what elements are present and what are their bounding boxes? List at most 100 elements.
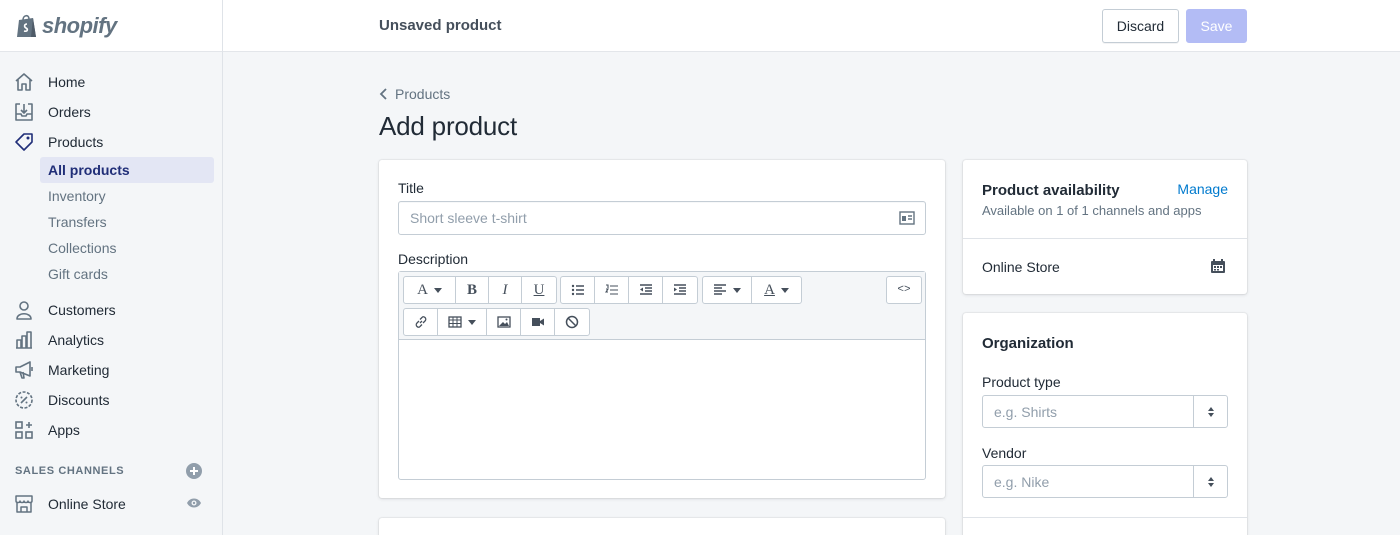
- tag-icon: [14, 132, 34, 152]
- sidebar-item-products[interactable]: Products: [0, 127, 222, 157]
- description-editor: A B I U A <>: [398, 271, 926, 480]
- editor-toolbar: A B I U A <>: [399, 272, 925, 340]
- updown-arrows-icon[interactable]: [1193, 466, 1227, 497]
- megaphone-icon: [14, 360, 34, 380]
- font-style-button[interactable]: A: [404, 277, 456, 303]
- subnav-inventory[interactable]: Inventory: [40, 183, 214, 209]
- image-icon: [496, 316, 511, 328]
- format-group: A B I U: [403, 276, 557, 304]
- sidebar-item-label: Online Store: [48, 496, 126, 512]
- html-source-button[interactable]: <>: [887, 277, 921, 303]
- subnav-collections[interactable]: Collections: [40, 235, 214, 261]
- discount-icon: [14, 390, 34, 410]
- sidebar-item-marketing[interactable]: Marketing: [0, 355, 222, 385]
- underline-button[interactable]: U: [522, 277, 556, 303]
- bold-button[interactable]: B: [456, 277, 489, 303]
- code-icon: <>: [897, 284, 911, 296]
- bold-icon: B: [466, 281, 477, 298]
- sales-channels-header: SALES CHANNELS: [0, 461, 222, 481]
- apps-icon: [14, 420, 34, 440]
- italic-icon: I: [502, 281, 508, 298]
- sidebar-item-online-store[interactable]: Online Store: [0, 489, 222, 519]
- outdent-button[interactable]: [629, 277, 663, 303]
- orders-icon: [14, 102, 34, 122]
- sidebar-item-label: Discounts: [48, 392, 110, 408]
- image-button[interactable]: [487, 309, 521, 335]
- video-icon: [531, 318, 544, 326]
- organization-title: Organization: [982, 335, 1074, 352]
- block-icon: [565, 315, 579, 329]
- top-bar: Unsaved product Discard Save: [223, 0, 1400, 52]
- outdent-icon: [639, 284, 652, 295]
- manage-link[interactable]: Manage: [1177, 181, 1228, 197]
- link-button[interactable]: [404, 309, 438, 335]
- breadcrumb[interactable]: Products: [379, 86, 450, 102]
- sidebar-item-apps[interactable]: Apps: [0, 415, 222, 445]
- save-button[interactable]: Save: [1186, 9, 1247, 43]
- store-icon: [14, 494, 34, 514]
- brand-name: shopify: [42, 12, 117, 38]
- subnav-gift-cards[interactable]: Gift cards: [40, 261, 214, 287]
- sidebar-item-home[interactable]: Home: [0, 67, 222, 97]
- link-icon: [415, 316, 426, 328]
- vendor-input[interactable]: e.g. Nike: [983, 466, 1193, 497]
- media-card: [379, 518, 945, 535]
- bullet-list-button[interactable]: [561, 277, 595, 303]
- home-icon: [14, 72, 34, 92]
- page-title: Add product: [379, 111, 518, 141]
- italic-button[interactable]: I: [489, 277, 522, 303]
- calendar-icon[interactable]: [1210, 258, 1226, 277]
- subnav-all-products[interactable]: All products: [40, 157, 214, 183]
- title-placeholder: Short sleeve t-shirt: [410, 210, 527, 226]
- underline-icon: U: [533, 281, 545, 298]
- title-label: Title: [398, 180, 424, 196]
- table-button[interactable]: [438, 309, 487, 335]
- vendor-combobox[interactable]: e.g. Nike: [982, 465, 1228, 498]
- code-group: <>: [886, 276, 922, 304]
- align-color-group: A: [702, 276, 802, 304]
- product-type-label: Product type: [982, 374, 1061, 390]
- indent-button[interactable]: [663, 277, 697, 303]
- sidebar-item-label: Home: [48, 74, 86, 90]
- table-icon: [448, 316, 462, 328]
- font-icon: A: [417, 281, 428, 298]
- sidebar-item-orders[interactable]: Orders: [0, 97, 222, 127]
- numbered-list-icon: [604, 284, 618, 295]
- updown-arrows-icon[interactable]: [1193, 396, 1227, 427]
- shopify-bag-icon: [15, 13, 39, 39]
- add-channel-icon[interactable]: [186, 463, 202, 479]
- sidebar-item-discounts[interactable]: Discounts: [0, 385, 222, 415]
- align-button[interactable]: [703, 277, 752, 303]
- subnav-transfers[interactable]: Transfers: [40, 209, 214, 235]
- logo[interactable]: shopify: [0, 0, 222, 52]
- product-type-input[interactable]: e.g. Shirts: [983, 396, 1193, 427]
- bullet-list-icon: [571, 284, 584, 296]
- insert-group: [403, 308, 590, 336]
- contact-card-icon: [899, 211, 915, 228]
- vendor-placeholder: e.g. Nike: [994, 473, 1050, 490]
- editor-content-area[interactable]: [399, 340, 925, 479]
- sidebar-item-analytics[interactable]: Analytics: [0, 325, 222, 355]
- description-label: Description: [398, 251, 469, 267]
- list-group: [560, 276, 698, 304]
- context-title: Unsaved product: [379, 17, 502, 34]
- availability-subtitle: Available on 1 of 1 channels and apps: [982, 203, 1202, 218]
- sidebar-item-label: Products: [48, 134, 104, 150]
- numbered-list-button[interactable]: [595, 277, 629, 303]
- sidebar-item-label: Orders: [48, 104, 91, 120]
- discard-button[interactable]: Discard: [1102, 9, 1179, 43]
- product-type-placeholder: e.g. Shirts: [994, 403, 1058, 420]
- clear-format-button[interactable]: [555, 309, 589, 335]
- text-color-icon: A: [764, 281, 775, 298]
- vendor-label: Vendor: [982, 445, 1027, 461]
- product-details-card: Title Short sleeve t-shirt Description A…: [379, 160, 945, 498]
- divider: [963, 517, 1247, 518]
- text-color-button[interactable]: A: [752, 277, 801, 303]
- title-input[interactable]: Short sleeve t-shirt: [398, 201, 926, 235]
- eye-icon[interactable]: [186, 496, 202, 512]
- product-availability-card: Product availability Manage Available on…: [963, 160, 1247, 294]
- video-button[interactable]: [521, 309, 555, 335]
- sidebar-item-customers[interactable]: Customers: [0, 295, 222, 325]
- product-type-combobox[interactable]: e.g. Shirts: [982, 395, 1228, 428]
- chevron-left-icon: [379, 88, 387, 100]
